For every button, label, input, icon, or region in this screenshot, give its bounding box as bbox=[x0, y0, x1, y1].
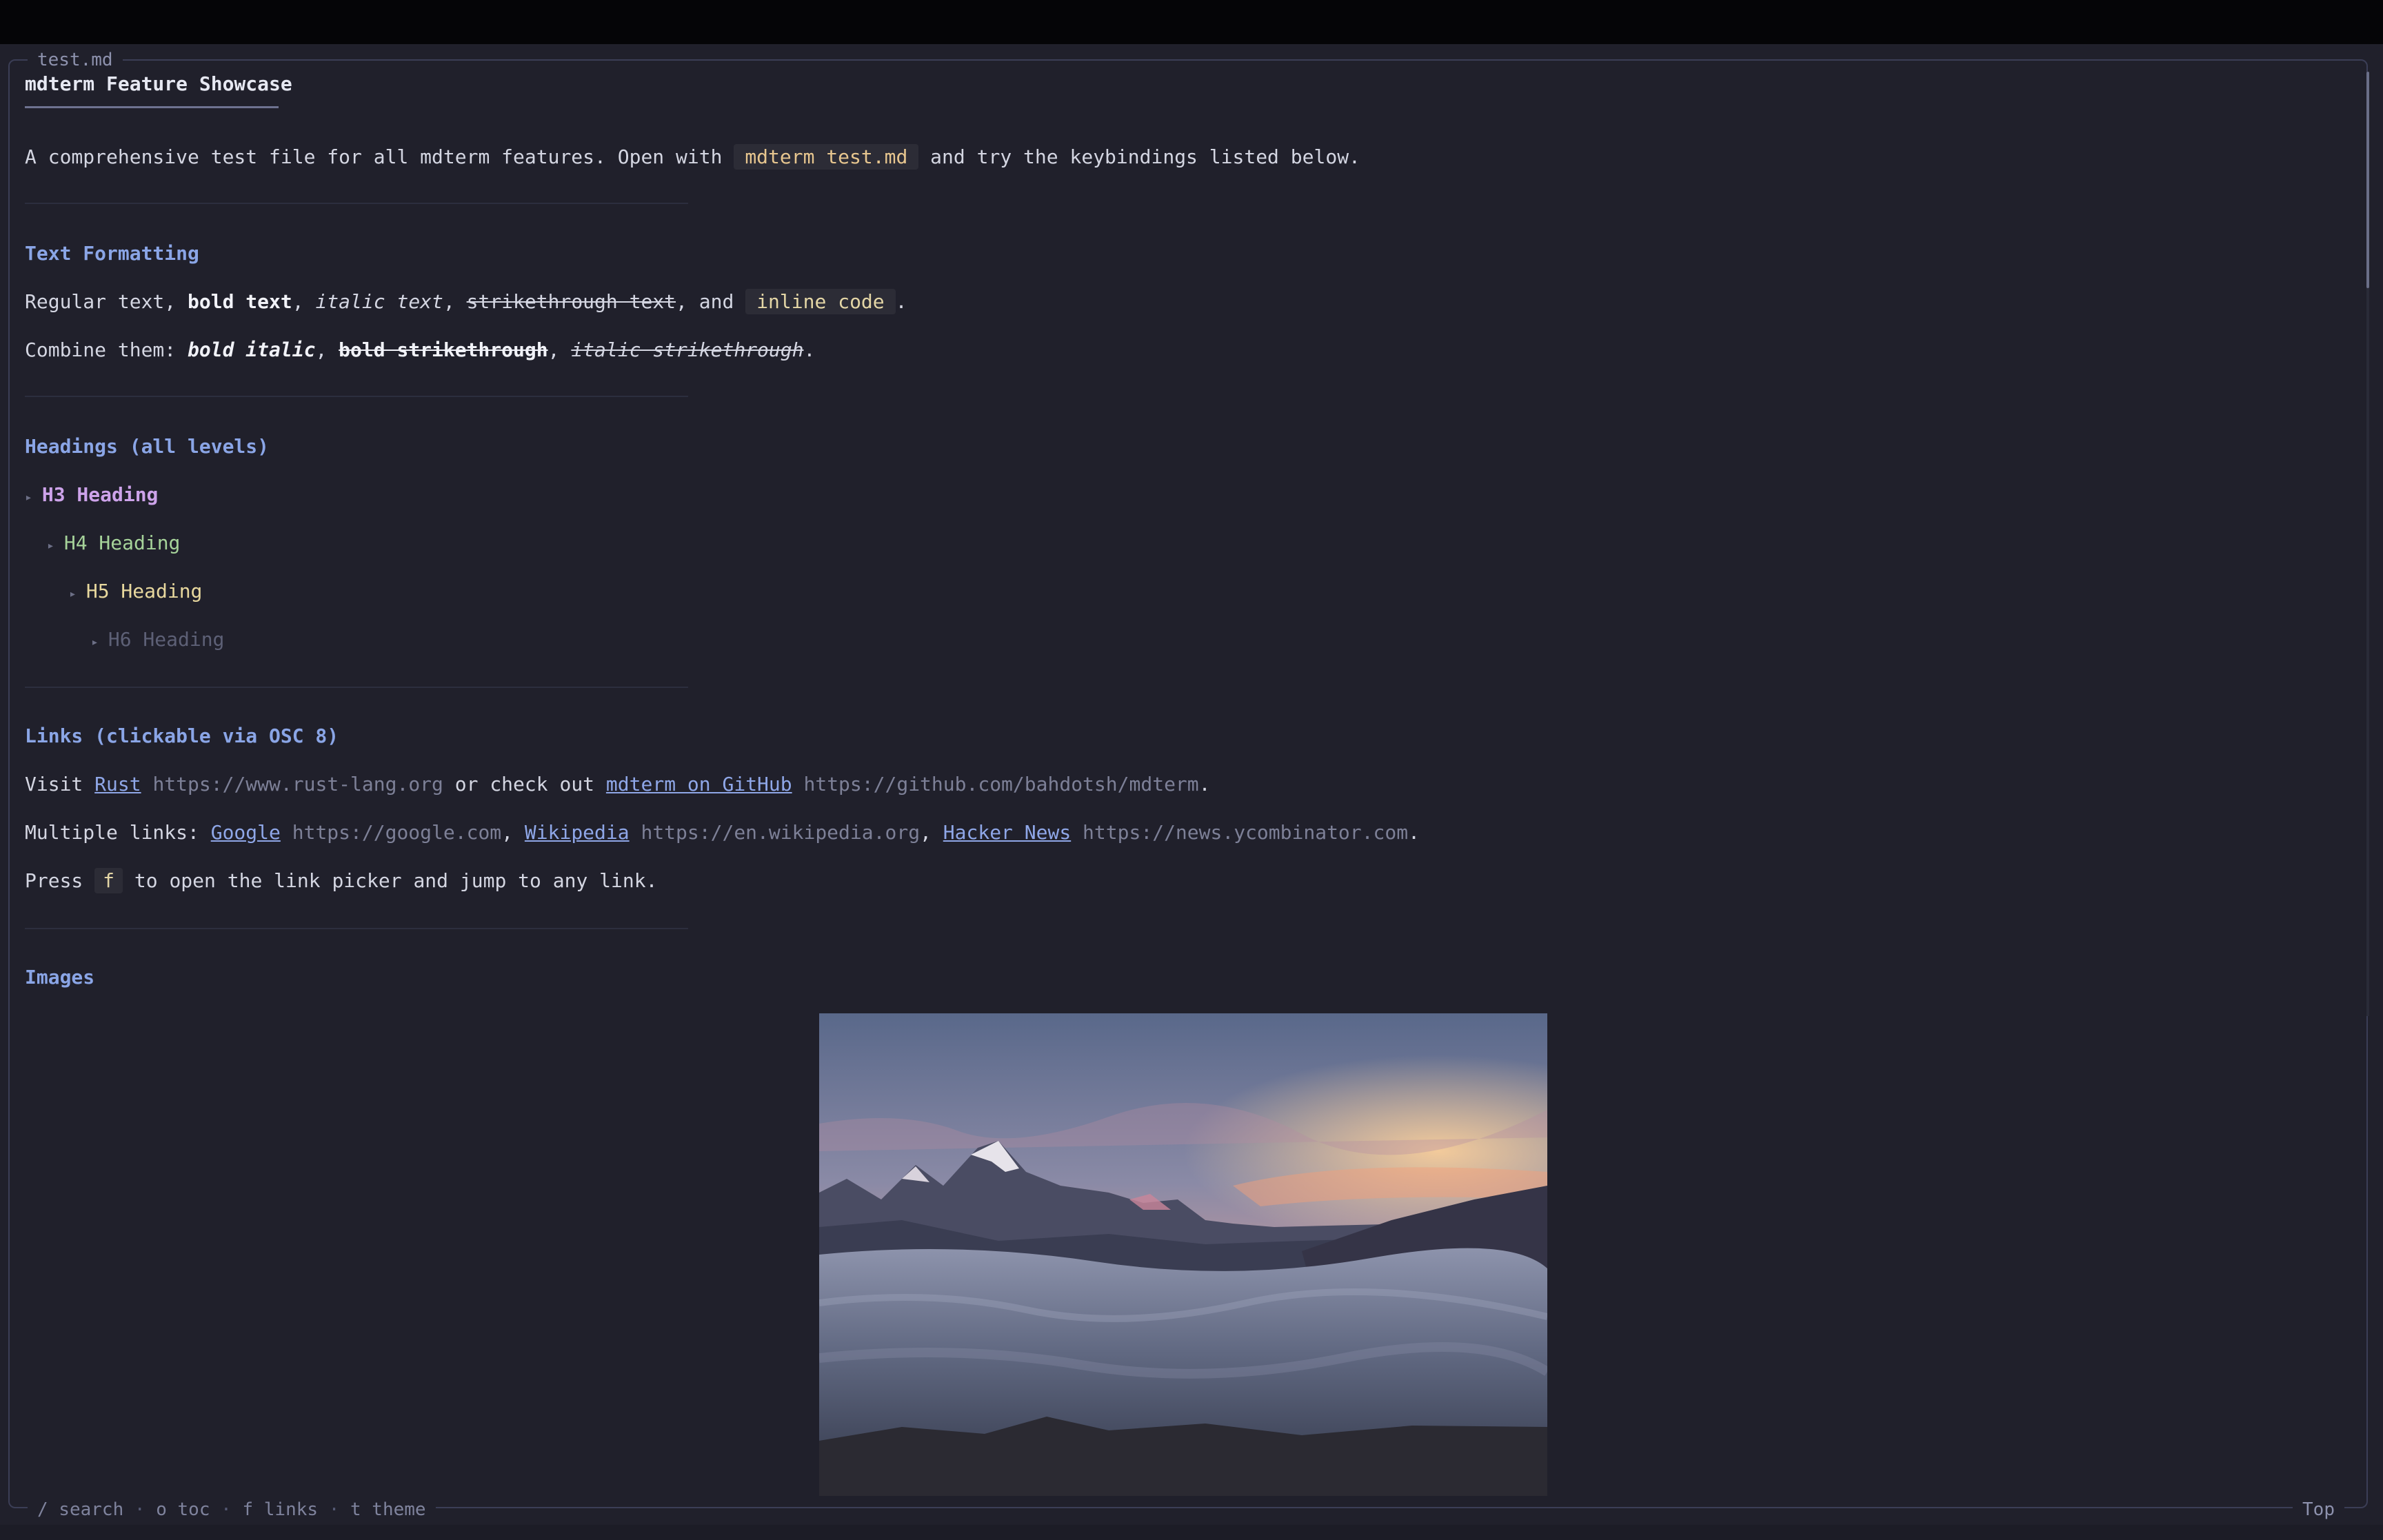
url-mdterm-github: https://github.com/bahdotsh/mdterm bbox=[792, 773, 1199, 796]
keybinding-f: f bbox=[94, 868, 123, 893]
separator-text: , bbox=[501, 821, 525, 844]
url-hacker-news: https://news.ycombinator.com bbox=[1071, 821, 1409, 844]
links-line-2: Multiple links: Google https://google.co… bbox=[25, 820, 1420, 845]
intro-text-end: and try the keybindings listed below. bbox=[918, 145, 1360, 168]
horizontal-rule bbox=[25, 687, 688, 688]
intro-paragraph: A comprehensive test file for all mdterm… bbox=[25, 144, 1360, 170]
link-rust[interactable]: Rust bbox=[94, 773, 141, 796]
link-picker-text: to open the link picker and jump to any … bbox=[123, 869, 658, 892]
separator-text: , bbox=[547, 338, 572, 361]
link-wikipedia[interactable]: Wikipedia bbox=[525, 821, 630, 844]
link-mdterm-github[interactable]: mdterm on GitHub bbox=[606, 773, 792, 796]
window-bottom-bar bbox=[0, 1525, 2383, 1540]
chevron-right-icon: ▸ bbox=[47, 538, 54, 553]
toc-hint[interactable]: o toc bbox=[156, 1499, 210, 1520]
title-underline bbox=[25, 106, 279, 108]
scrollbar-thumb[interactable] bbox=[2366, 72, 2369, 288]
h5-heading: ▸ H5 Heading bbox=[69, 579, 202, 607]
link-intro-text: Visit bbox=[25, 773, 95, 796]
formatting-line-2: Combine them: bold italic, bold striketh… bbox=[25, 338, 815, 363]
separator-text: , bbox=[292, 290, 316, 313]
regular-text: Regular text, bbox=[25, 290, 188, 313]
document-title: mdterm Feature Showcase bbox=[25, 72, 292, 95]
h4-heading: ▸ H4 Heading bbox=[47, 531, 180, 558]
bold-text: bold text bbox=[188, 290, 292, 313]
separator-text: . bbox=[1408, 821, 1420, 844]
inline-code: inline code bbox=[745, 289, 896, 314]
separator-text: , bbox=[920, 821, 943, 844]
bold-italic-text: bold italic bbox=[188, 338, 316, 361]
separator-dot: · bbox=[221, 1499, 232, 1520]
url-wikipedia: https://en.wikipedia.org bbox=[629, 821, 921, 844]
link-middle-text: or check out bbox=[443, 773, 606, 796]
mountain-sunset-image bbox=[819, 1013, 1547, 1496]
link-google[interactable]: Google bbox=[211, 821, 281, 844]
links-line-3: Press f to open the link picker and jump… bbox=[25, 868, 658, 893]
separator-text: . bbox=[895, 290, 907, 313]
link-intro-text: Multiple links: bbox=[25, 821, 211, 844]
h6-heading-text: H6 Heading bbox=[108, 628, 225, 651]
frame-title: test.md bbox=[28, 48, 123, 72]
separator-text: , bbox=[315, 338, 339, 361]
intro-inline-code: mdterm test.md bbox=[734, 144, 919, 170]
separator-text: . bbox=[1198, 773, 1211, 796]
keybinding-help: / search · o toc · f links · t theme bbox=[28, 1498, 436, 1521]
h6-heading: ▸ H6 Heading bbox=[91, 627, 224, 655]
chevron-right-icon: ▸ bbox=[25, 490, 32, 505]
italic-text: italic text bbox=[315, 290, 443, 313]
intro-text: A comprehensive test file for all mdterm… bbox=[25, 145, 734, 168]
formatting-line-1: Regular text, bold text, italic text, st… bbox=[25, 289, 907, 314]
horizontal-rule bbox=[25, 203, 688, 204]
combine-label: Combine them: bbox=[25, 338, 188, 361]
h3-heading: ▸ H3 Heading bbox=[25, 483, 158, 510]
separator-dot: · bbox=[134, 1499, 145, 1520]
section-heading-headings: Headings (all levels) bbox=[25, 435, 270, 458]
mountain-landscape-graphic bbox=[819, 1013, 1547, 1496]
separator-dot: · bbox=[328, 1499, 340, 1520]
section-heading-text-formatting: Text Formatting bbox=[25, 242, 199, 265]
separator-text: , bbox=[443, 290, 467, 313]
chevron-right-icon: ▸ bbox=[91, 635, 99, 649]
strikethrough-text: strikethrough text bbox=[466, 290, 676, 313]
link-hacker-news[interactable]: Hacker News bbox=[943, 821, 1071, 844]
links-line-1: Visit Rust https://www.rust-lang.org or … bbox=[25, 772, 1211, 797]
window-top-bar bbox=[0, 0, 2383, 44]
h3-heading-text: H3 Heading bbox=[41, 483, 159, 506]
separator-text: , and bbox=[676, 290, 746, 313]
theme-hint[interactable]: t theme bbox=[350, 1499, 426, 1520]
url-rust: https://www.rust-lang.org bbox=[141, 773, 443, 796]
section-heading-images: Images bbox=[25, 966, 95, 989]
horizontal-rule bbox=[25, 928, 688, 929]
search-hint[interactable]: / search bbox=[37, 1499, 123, 1520]
links-hint[interactable]: f links bbox=[242, 1499, 318, 1520]
url-google: https://google.com bbox=[280, 821, 502, 844]
section-heading-links: Links (clickable via OSC 8) bbox=[25, 725, 339, 747]
h5-heading-text: H5 Heading bbox=[86, 580, 203, 602]
press-text: Press bbox=[25, 869, 95, 892]
chevron-right-icon: ▸ bbox=[69, 587, 77, 601]
scroll-position: Top bbox=[2293, 1498, 2344, 1521]
separator-text: . bbox=[803, 338, 816, 361]
italic-strikethrough-text: italic strikethrough bbox=[571, 338, 804, 361]
horizontal-rule bbox=[25, 396, 688, 397]
h4-heading-text: H4 Heading bbox=[63, 531, 181, 554]
bold-strikethrough-text: bold strikethrough bbox=[339, 338, 548, 361]
